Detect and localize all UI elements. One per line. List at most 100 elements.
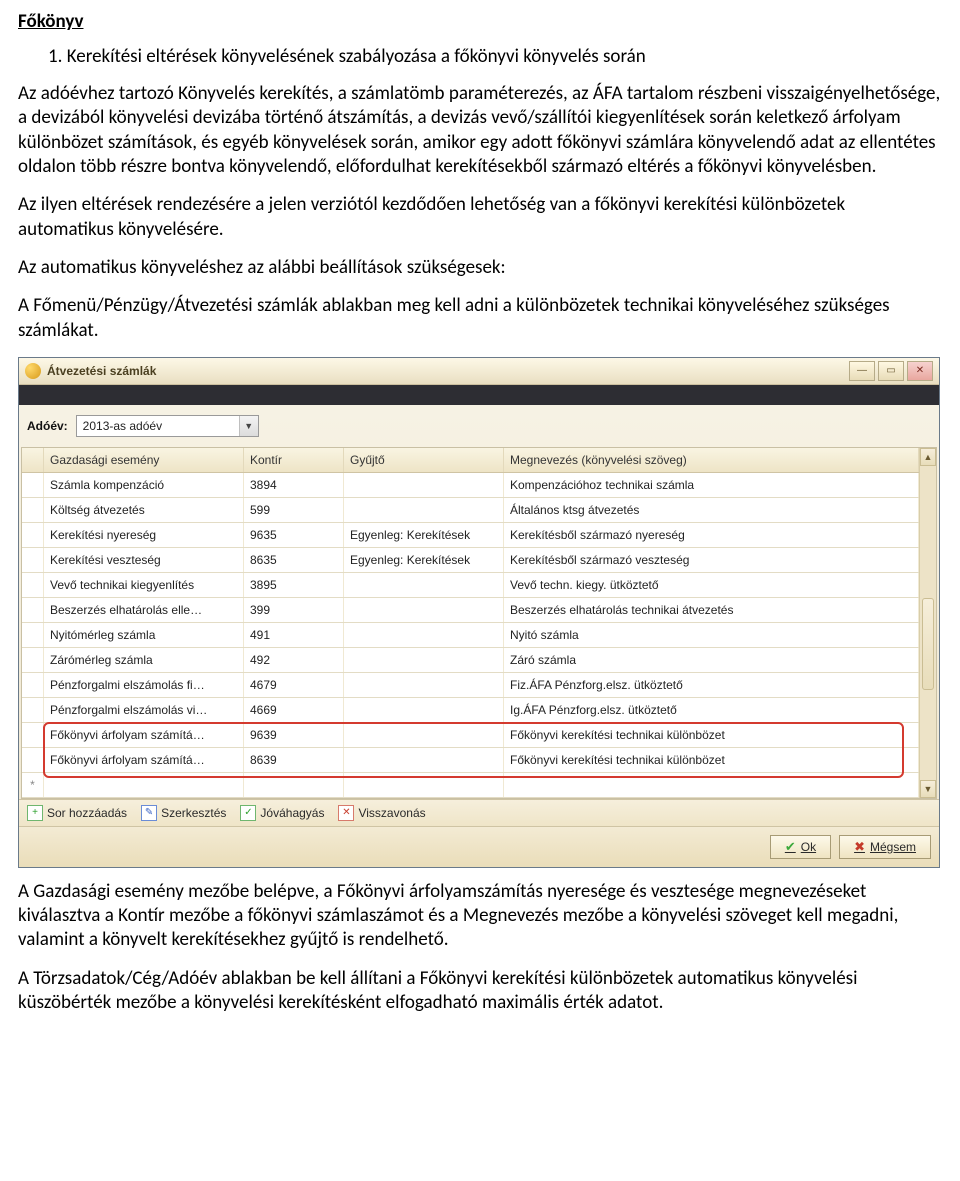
- cell-gyujto[interactable]: [344, 598, 504, 622]
- doc-paragraph-5: A Gazdasági esemény mezőbe belépve, a Fő…: [18, 880, 942, 953]
- cancel-label: Mégsem: [870, 840, 916, 854]
- cell-kontir[interactable]: 491: [244, 623, 344, 647]
- cell-megnev[interactable]: Kompenzációhoz technikai számla: [504, 473, 919, 497]
- cell-gyujto[interactable]: [344, 673, 504, 697]
- ok-check-icon: ✔: [785, 839, 796, 855]
- ok-button[interactable]: ✔ Ok: [770, 835, 831, 859]
- cell-event[interactable]: Főkönyvi árfolyam számítá…: [44, 723, 244, 747]
- grid-new-row[interactable]: *: [22, 773, 919, 798]
- cell-megnev[interactable]: Nyitó számla: [504, 623, 919, 647]
- cell-kontir[interactable]: 599: [244, 498, 344, 522]
- ribbon-strip: [19, 385, 939, 405]
- cell-megnev[interactable]: Kerekítésből származó veszteség: [504, 548, 919, 572]
- cell-gyujto[interactable]: [344, 698, 504, 722]
- table-row[interactable]: Kerekítési veszteség8635Egyenleg: Kerekí…: [22, 548, 919, 573]
- table-row[interactable]: Kerekítési nyereség9635Egyenleg: Kerekít…: [22, 523, 919, 548]
- adoev-combo[interactable]: 2013-as adóév ▼: [76, 415, 259, 437]
- doc-heading: Főkönyv: [18, 10, 942, 33]
- cell-event[interactable]: Kerekítési nyereség: [44, 523, 244, 547]
- cell-event[interactable]: Kerekítési veszteség: [44, 548, 244, 572]
- revoke-label: Visszavonás: [358, 806, 425, 820]
- table-row[interactable]: Főkönyvi árfolyam számítá…9639 Főkönyvi k…: [22, 723, 919, 748]
- cell-kontir[interactable]: 8639: [244, 748, 344, 772]
- table-row[interactable]: Pénzforgalmi elszámolás vi…4669 Ig.ÁFA Pé…: [22, 698, 919, 723]
- cell-kontir[interactable]: 4679: [244, 673, 344, 697]
- table-row[interactable]: Beszerzés elhatárolás elle…399 Beszerzés …: [22, 598, 919, 623]
- check-icon: ✓: [240, 805, 256, 821]
- cell-kontir[interactable]: 399: [244, 598, 344, 622]
- cancel-x-icon: ✖: [854, 839, 865, 855]
- scroll-thumb[interactable]: [922, 598, 934, 690]
- cell-gyujto[interactable]: [344, 498, 504, 522]
- table-row[interactable]: Főkönyvi árfolyam számítá…8639 Főkönyvi k…: [22, 748, 919, 773]
- maximize-button[interactable]: ▭: [878, 361, 904, 381]
- add-icon: +: [27, 805, 43, 821]
- app-window: Átvezetési számlák — ▭ ✕ Adóév: 2013-as …: [18, 357, 940, 868]
- revoke-button[interactable]: ✕ Visszavonás: [338, 805, 425, 821]
- cell-megnev[interactable]: Főkönyvi kerekítési technikai különbözet: [504, 723, 919, 747]
- edit-icon: ✎: [141, 805, 157, 821]
- table-row[interactable]: Pénzforgalmi elszámolás fi…4679 Fiz.ÁFA P…: [22, 673, 919, 698]
- cell-megnev[interactable]: Vevő techn. kiegy. ütköztető: [504, 573, 919, 597]
- cell-gyujto[interactable]: [344, 473, 504, 497]
- scroll-up-icon[interactable]: ▲: [920, 448, 936, 466]
- window-title: Átvezetési számlák: [47, 364, 156, 378]
- ok-label: Ok: [801, 840, 816, 854]
- cell-megnev[interactable]: Fiz.ÁFA Pénzforg.elsz. ütköztető: [504, 673, 919, 697]
- doc-paragraph-1: Az adóévhez tartozó Könyvelés kerekítés,…: [18, 82, 942, 179]
- cell-event[interactable]: Nyitómérleg számla: [44, 623, 244, 647]
- revoke-icon: ✕: [338, 805, 354, 821]
- cell-megnev[interactable]: Záró számla: [504, 648, 919, 672]
- dialog-footer: ✔ Ok ✖ Mégsem: [19, 826, 939, 867]
- col-event[interactable]: Gazdasági esemény: [44, 448, 244, 472]
- cell-gyujto[interactable]: Egyenleg: Kerekítések: [344, 523, 504, 547]
- col-gyujto[interactable]: Gyűjtő: [344, 448, 504, 472]
- cell-kontir[interactable]: 492: [244, 648, 344, 672]
- cell-event[interactable]: Főkönyvi árfolyam számítá…: [44, 748, 244, 772]
- edit-button[interactable]: ✎ Szerkesztés: [141, 805, 226, 821]
- grid: Gazdasági esemény Kontír Gyűjtő Megnevez…: [21, 447, 937, 799]
- cell-event[interactable]: Vevő technikai kiegyenlítés: [44, 573, 244, 597]
- add-row-button[interactable]: + Sor hozzáadás: [27, 805, 127, 821]
- cell-gyujto[interactable]: [344, 648, 504, 672]
- scroll-down-icon[interactable]: ▼: [920, 780, 936, 798]
- minimize-button[interactable]: —: [849, 361, 875, 381]
- cell-megnev[interactable]: Főkönyvi kerekítési technikai különbözet: [504, 748, 919, 772]
- table-row[interactable]: Nyitómérleg számla491 Nyitó számla: [22, 623, 919, 648]
- doc-list-item-1: 1. Kerekítési eltérések könyvelésének sz…: [18, 45, 942, 68]
- doc-paragraph-3: Az automatikus könyveléshez az alábbi be…: [18, 256, 942, 280]
- cell-megnev[interactable]: Beszerzés elhatárolás technikai átvezeté…: [504, 598, 919, 622]
- cell-megnev[interactable]: Kerekítésből származó nyereség: [504, 523, 919, 547]
- cancel-button[interactable]: ✖ Mégsem: [839, 835, 931, 859]
- cell-kontir[interactable]: 3894: [244, 473, 344, 497]
- cell-kontir[interactable]: 9639: [244, 723, 344, 747]
- cell-kontir[interactable]: 4669: [244, 698, 344, 722]
- cell-gyujto[interactable]: [344, 573, 504, 597]
- cell-event[interactable]: Pénzforgalmi elszámolás vi…: [44, 698, 244, 722]
- cell-event[interactable]: Pénzforgalmi elszámolás fi…: [44, 673, 244, 697]
- cell-event[interactable]: Költség átvezetés: [44, 498, 244, 522]
- cell-gyujto[interactable]: [344, 723, 504, 747]
- table-row[interactable]: Zárómérleg számla492 Záró számla: [22, 648, 919, 673]
- cell-megnev[interactable]: Ig.ÁFA Pénzforg.elsz. ütköztető: [504, 698, 919, 722]
- grid-toolbar: + Sor hozzáadás ✎ Szerkesztés ✓ Jóváhagy…: [19, 799, 939, 826]
- vertical-scrollbar[interactable]: ▲ ▼: [919, 448, 936, 798]
- col-kontir[interactable]: Kontír: [244, 448, 344, 472]
- cell-megnev[interactable]: Általános ktsg átvezetés: [504, 498, 919, 522]
- cell-gyujto[interactable]: [344, 623, 504, 647]
- col-megnev[interactable]: Megnevezés (könyvelési szöveg): [504, 448, 919, 472]
- table-row[interactable]: Vevő technikai kiegyenlítés3895 Vevő tech…: [22, 573, 919, 598]
- cell-gyujto[interactable]: Egyenleg: Kerekítések: [344, 548, 504, 572]
- cell-event[interactable]: Beszerzés elhatárolás elle…: [44, 598, 244, 622]
- cell-event[interactable]: Számla kompenzáció: [44, 473, 244, 497]
- table-row[interactable]: Számla kompenzáció3894 Kompenzációhoz tec…: [22, 473, 919, 498]
- cell-gyujto[interactable]: [344, 748, 504, 772]
- cell-kontir[interactable]: 9635: [244, 523, 344, 547]
- table-row[interactable]: Költség átvezetés599 Általános ktsg átvez…: [22, 498, 919, 523]
- cell-kontir[interactable]: 8635: [244, 548, 344, 572]
- cell-kontir[interactable]: 3895: [244, 573, 344, 597]
- close-button[interactable]: ✕: [907, 361, 933, 381]
- doc-paragraph-6: A Törzsadatok/Cég/Adóév ablakban be kell…: [18, 967, 942, 1016]
- approve-button[interactable]: ✓ Jóváhagyás: [240, 805, 324, 821]
- cell-event[interactable]: Zárómérleg számla: [44, 648, 244, 672]
